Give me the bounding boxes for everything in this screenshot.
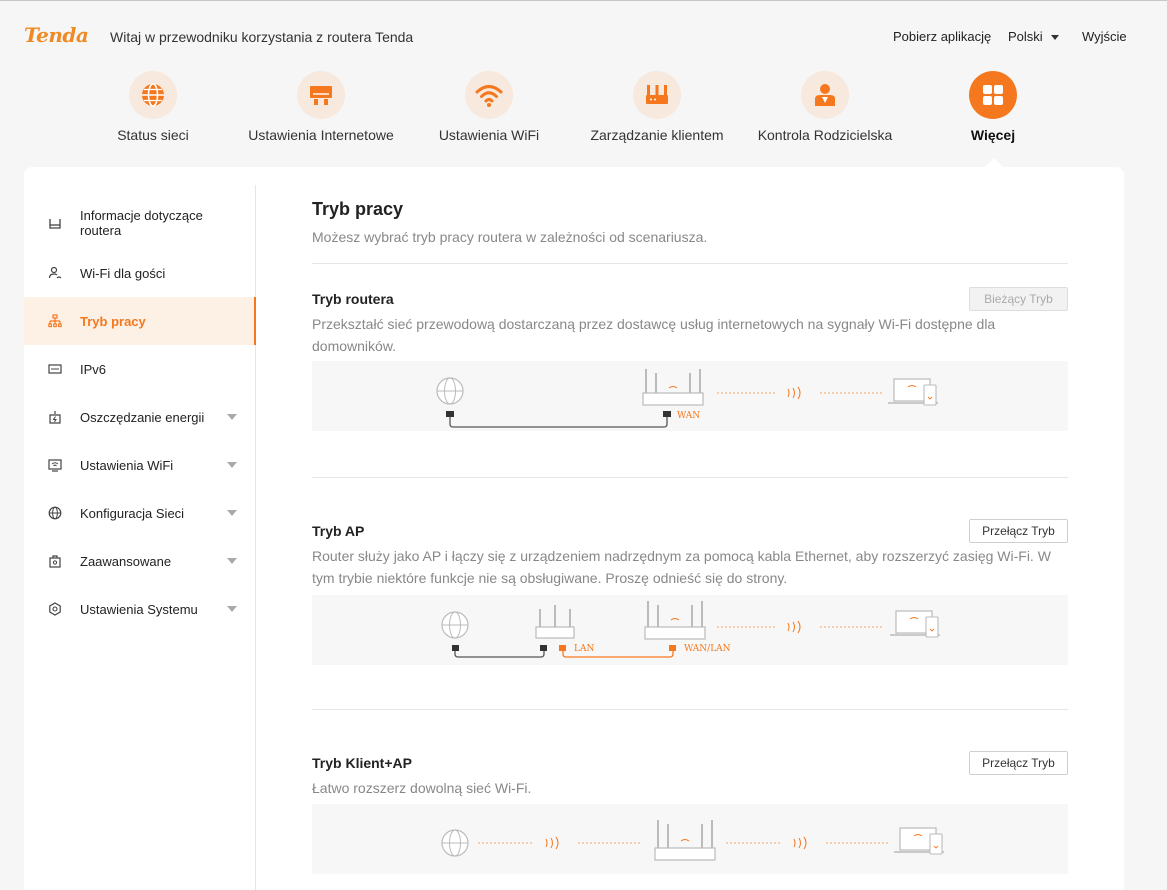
nav-label: Ustawienia WiFi bbox=[438, 127, 540, 143]
ipv6-icon bbox=[48, 362, 62, 376]
mode-ap-desc: Router służy jako AP i łączy się z urząd… bbox=[312, 548, 1051, 586]
internet-globe-icon bbox=[441, 611, 469, 639]
laptop-phone-icon bbox=[890, 610, 940, 638]
parental-control-icon bbox=[815, 84, 835, 106]
language-select[interactable]: Polski bbox=[1008, 29, 1059, 44]
chevron-down-icon bbox=[227, 462, 237, 468]
system-settings-icon bbox=[48, 602, 62, 616]
caret-down-icon bbox=[1050, 35, 1059, 41]
nav-label: Zarządzanie klientem bbox=[590, 127, 724, 143]
ap-mode-diagram: LAN WAN/LAN bbox=[312, 595, 1068, 665]
chevron-down-icon bbox=[227, 414, 237, 420]
nav-label: Więcej bbox=[970, 127, 1016, 143]
sidebar-item-label: Zaawansowane bbox=[80, 553, 172, 569]
laptop-phone-icon bbox=[894, 827, 944, 855]
language-label: Polski bbox=[1008, 29, 1043, 44]
sidebar-item-guest-wifi[interactable]: Wi-Fi dla gości bbox=[24, 249, 256, 297]
sidebar-item-work-mode[interactable]: Tryb pracy bbox=[24, 297, 256, 345]
current-mode-button[interactable]: Bieżący Tryb bbox=[969, 287, 1068, 311]
header: Tenda Witaj w przewodniku korzystania z … bbox=[0, 1, 1167, 71]
welcome-text: Witaj w przewodniku korzystania z router… bbox=[110, 29, 414, 45]
nav-icon-bg bbox=[969, 71, 1017, 119]
router-icon bbox=[646, 85, 668, 104]
wan-lan-label: WAN/LAN bbox=[684, 644, 731, 654]
sidebar-item-network-config[interactable]: Konfiguracja Sieci bbox=[24, 489, 256, 537]
wan-label: WAN bbox=[677, 411, 700, 421]
guest-wifi-icon bbox=[48, 266, 62, 280]
sidebar-item-ipv6[interactable]: IPv6 bbox=[24, 345, 256, 393]
sidebar-item-wifi-settings[interactable]: Ustawienia WiFi bbox=[24, 441, 256, 489]
sidebar: Informacje dotyczące routera Wi-Fi dla g… bbox=[24, 185, 256, 890]
page-subtitle: Możesz wybrać tryb pracy routera w zależ… bbox=[312, 229, 708, 245]
sidebar-item-label: Konfiguracja Sieci bbox=[80, 505, 185, 521]
download-app-link[interactable]: Pobierz aplikację bbox=[893, 29, 991, 44]
sidebar-item-energy[interactable]: Oszczędzanie energii bbox=[24, 393, 256, 441]
mode-router-title: Tryb routera bbox=[312, 291, 394, 307]
nav-status-sieci[interactable]: Status sieci bbox=[68, 71, 238, 151]
page-title: Tryb pracy bbox=[312, 199, 404, 219]
nav-label: Status sieci bbox=[117, 127, 189, 143]
chevron-down-icon bbox=[227, 510, 237, 516]
more-grid-icon bbox=[983, 85, 1003, 105]
divider bbox=[312, 709, 1068, 710]
upstream-router-icon bbox=[535, 605, 575, 639]
nav-icon-bg bbox=[465, 71, 513, 119]
internet-settings-icon bbox=[310, 86, 332, 105]
sidebar-item-label: Ustawienia WiFi bbox=[80, 457, 174, 473]
sidebar-item-label: Tryb pracy bbox=[80, 313, 146, 329]
nav-ustawienia-internetowe[interactable]: Ustawienia Internetowe bbox=[236, 71, 406, 151]
sidebar-item-system-settings[interactable]: Ustawienia Systemu bbox=[24, 585, 256, 633]
lan-label: LAN bbox=[574, 644, 594, 654]
switch-mode-ap-button[interactable]: Przełącz Tryb bbox=[969, 519, 1068, 543]
sidebar-item-router-info[interactable]: Informacje dotyczące routera bbox=[24, 199, 256, 247]
router-device-icon bbox=[642, 369, 704, 406]
sidebar-item-advanced[interactable]: Zaawansowane bbox=[24, 537, 256, 585]
nav-wiecej[interactable]: Więcej bbox=[908, 71, 1078, 151]
content-panel: Informacje dotyczące routera Wi-Fi dla g… bbox=[24, 167, 1124, 890]
sidebar-item-label: Oszczędzanie energii bbox=[80, 409, 205, 425]
nav-icon-bg bbox=[129, 71, 177, 119]
nav-icon-bg bbox=[633, 71, 681, 119]
switch-mode-client-ap-button[interactable]: Przełącz Tryb bbox=[969, 751, 1068, 775]
nav-icon-bg bbox=[297, 71, 345, 119]
nav-ustawienia-wifi[interactable]: Ustawienia WiFi bbox=[404, 71, 574, 151]
sidebar-item-label: Informacje dotyczące routera bbox=[80, 208, 203, 238]
mode-client-ap-title: Tryb Klient+AP bbox=[312, 755, 412, 771]
divider bbox=[312, 477, 1068, 478]
globe-icon bbox=[142, 83, 164, 107]
energy-icon bbox=[48, 410, 62, 424]
sidebar-item-label: Wi-Fi dla gości bbox=[80, 265, 166, 281]
logout-link[interactable]: Wyjście bbox=[1082, 29, 1127, 44]
internet-globe-icon bbox=[436, 377, 464, 405]
chevron-down-icon bbox=[227, 558, 237, 564]
mode-client-ap-desc: Łatwo rozszerz dowolną sieć Wi-Fi. bbox=[312, 780, 532, 796]
chevron-down-icon bbox=[227, 606, 237, 612]
nav-icon-bg bbox=[801, 71, 849, 119]
nav-zarzadzanie-klientem[interactable]: Zarządzanie klientem bbox=[572, 71, 742, 151]
network-config-icon bbox=[48, 506, 62, 520]
nav-label: Ustawienia Internetowe bbox=[248, 127, 394, 143]
laptop-phone-icon bbox=[888, 378, 938, 406]
nav-kontrola-rodzicielska[interactable]: Kontrola Rodzicielska bbox=[740, 71, 910, 151]
router-device-icon bbox=[654, 820, 716, 861]
router-mode-diagram: WAN bbox=[312, 361, 1068, 431]
internet-globe-icon bbox=[441, 829, 469, 857]
tenda-logo[interactable]: Tenda bbox=[24, 23, 89, 47]
wifi-icon bbox=[475, 85, 503, 107]
mode-router-desc: Przekształć sieć przewodową dostarczaną … bbox=[312, 316, 996, 354]
sidebar-item-label: Ustawienia Systemu bbox=[80, 601, 198, 617]
wifi-settings-icon bbox=[48, 458, 62, 472]
divider bbox=[312, 263, 1068, 264]
client-ap-mode-diagram bbox=[312, 804, 1068, 874]
work-mode-icon bbox=[48, 314, 62, 328]
sidebar-item-label: IPv6 bbox=[80, 361, 107, 377]
mode-ap-title: Tryb AP bbox=[312, 523, 365, 539]
advanced-icon bbox=[48, 554, 62, 568]
nav-label: Kontrola Rodzicielska bbox=[757, 127, 893, 143]
router-info-icon bbox=[48, 216, 62, 230]
router-device-icon bbox=[644, 601, 706, 640]
